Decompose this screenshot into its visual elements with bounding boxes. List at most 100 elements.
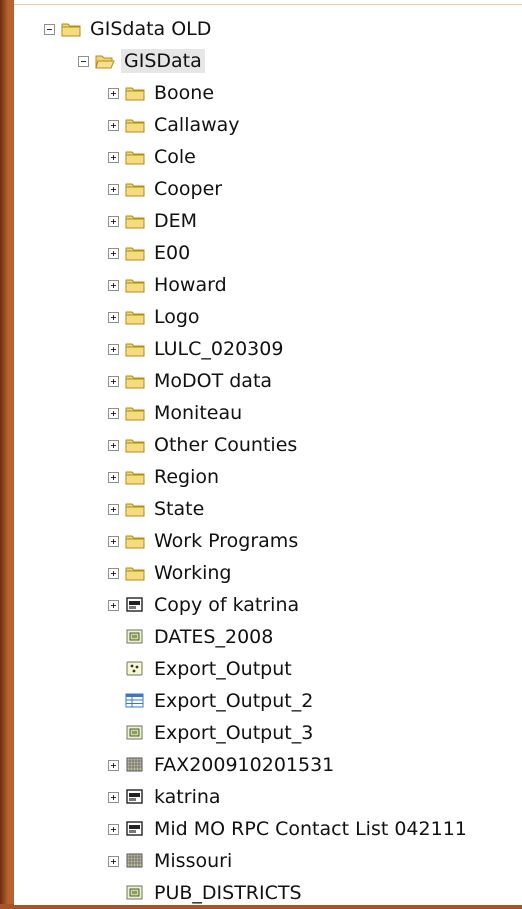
expand-icon[interactable] xyxy=(108,87,119,99)
tree-node-item[interactable]: PUB_DISTRICTS xyxy=(14,877,522,909)
tree-node-label: PUB_DISTRICTS xyxy=(154,882,302,904)
folder-icon xyxy=(125,181,145,197)
tree-node-label: E00 xyxy=(154,242,191,264)
tree-node-label: FAX200910201531 xyxy=(154,754,335,776)
tree-node-item[interactable]: Callaway xyxy=(14,109,522,141)
expand-icon[interactable] xyxy=(108,471,119,483)
tree-node-label: katrina xyxy=(154,786,221,808)
expand-icon[interactable] xyxy=(108,183,119,195)
folder-icon xyxy=(125,501,145,517)
expand-icon[interactable] xyxy=(108,791,119,803)
tree-node-label: GISdata OLD xyxy=(90,18,212,40)
tree-node-label: Export_Output_2 xyxy=(154,690,314,712)
tree-node-item[interactable]: Other Counties xyxy=(14,429,522,461)
tree-node-label: MoDOT data xyxy=(154,370,273,392)
expand-icon[interactable] xyxy=(108,759,119,771)
polygon-shapefile-icon xyxy=(125,885,145,901)
tree-node-item[interactable]: Cooper xyxy=(14,173,522,205)
folder-icon xyxy=(125,469,145,485)
catalog-tree: GISdata OLD GISData Boone Callaway Cole Coo… xyxy=(14,13,522,909)
expand-icon[interactable] xyxy=(108,151,119,163)
tree-node-item[interactable]: Export_Output xyxy=(14,653,522,685)
tree-node-item[interactable]: Working xyxy=(14,557,522,589)
tree-node-label: DEM xyxy=(154,210,198,232)
tree-node-item[interactable]: katrina xyxy=(14,781,522,813)
tree-node-item[interactable]: Boone xyxy=(14,77,522,109)
folder-icon xyxy=(125,405,145,421)
tree-node-item[interactable]: Cole xyxy=(14,141,522,173)
tree-node-label: Working xyxy=(154,562,232,584)
expand-icon[interactable] xyxy=(108,567,119,579)
tree-node-label: Boone xyxy=(154,82,215,104)
tree-node-item[interactable]: Work Programs xyxy=(14,525,522,557)
tree-node-label: Missouri xyxy=(154,850,233,872)
tree-node-item[interactable]: DEM xyxy=(14,205,522,237)
tree-node-label: DATES_2008 xyxy=(154,626,274,648)
tree-node-label: State xyxy=(154,498,205,520)
tree-node-item[interactable]: DATES_2008 xyxy=(14,621,522,653)
tree-node-label: Work Programs xyxy=(154,530,299,552)
folder-icon xyxy=(125,533,145,549)
table-icon xyxy=(125,693,145,709)
tree-node-item[interactable]: Region xyxy=(14,461,522,493)
tree-node-item[interactable]: Export_Output_3 xyxy=(14,717,522,749)
tree-node-item[interactable]: Howard xyxy=(14,269,522,301)
tree-node-item[interactable]: E00 xyxy=(14,237,522,269)
expand-icon[interactable] xyxy=(108,599,119,611)
tree-node-label: Cooper xyxy=(154,178,223,200)
point-shapefile-icon xyxy=(125,661,145,677)
folder-icon xyxy=(125,437,145,453)
expand-icon[interactable] xyxy=(108,215,119,227)
tree-node-label: Region xyxy=(154,466,220,488)
expand-icon[interactable] xyxy=(108,407,119,419)
folder-icon xyxy=(125,277,145,293)
expand-icon[interactable] xyxy=(108,535,119,547)
tree-node-label: LULC_020309 xyxy=(154,338,284,360)
expand-icon[interactable] xyxy=(108,823,119,835)
catalog-tree-panel: GISdata OLD GISData Boone Callaway Cole Coo… xyxy=(14,4,522,905)
tree-node-item[interactable]: Moniteau xyxy=(14,397,522,429)
expand-icon[interactable] xyxy=(108,439,119,451)
folder-open-icon xyxy=(95,53,115,69)
expand-icon[interactable] xyxy=(108,343,119,355)
tree-node-label: GISData xyxy=(121,49,205,73)
collapse-icon[interactable] xyxy=(78,55,89,67)
tree-node-item[interactable]: Missouri xyxy=(14,845,522,877)
expand-icon[interactable] xyxy=(108,503,119,515)
tree-node-item[interactable]: LULC_020309 xyxy=(14,333,522,365)
expand-icon[interactable] xyxy=(108,311,119,323)
expand-icon[interactable] xyxy=(108,855,119,867)
collapse-icon[interactable] xyxy=(44,23,55,35)
tree-node-item[interactable]: Logo xyxy=(14,301,522,333)
polygon-shapefile-icon xyxy=(125,725,145,741)
expand-icon[interactable] xyxy=(108,279,119,291)
tree-node-item[interactable]: FAX200910201531 xyxy=(14,749,522,781)
tree-node-label: Export_Output xyxy=(154,658,292,680)
folder-icon xyxy=(125,213,145,229)
expand-icon[interactable] xyxy=(108,375,119,387)
tree-node-label: Logo xyxy=(154,306,200,328)
tree-node-item[interactable]: Export_Output_2 xyxy=(14,685,522,717)
tree-node-item[interactable]: State xyxy=(14,493,522,525)
expand-icon[interactable] xyxy=(108,247,119,259)
tree-node-item[interactable]: Mid MO RPC Contact List 042111 xyxy=(14,813,522,845)
tree-node-label: Mid MO RPC Contact List 042111 xyxy=(154,818,467,840)
tree-node-label: Export_Output_3 xyxy=(154,722,314,744)
tree-node-label: Cole xyxy=(154,146,196,168)
tree-node-item[interactable]: MoDOT data xyxy=(14,365,522,397)
tree-node-gisdata[interactable]: GISData xyxy=(14,45,522,77)
expand-icon[interactable] xyxy=(108,119,119,131)
folder-icon xyxy=(125,565,145,581)
folder-icon xyxy=(125,373,145,389)
folder-icon xyxy=(125,117,145,133)
tree-node-label: Howard xyxy=(154,274,227,296)
tree-node-item[interactable]: Copy of katrina xyxy=(14,589,522,621)
folder-closed-icon xyxy=(61,21,81,37)
folder-icon xyxy=(125,341,145,357)
tree-node-root[interactable]: GISdata OLD xyxy=(14,13,522,45)
